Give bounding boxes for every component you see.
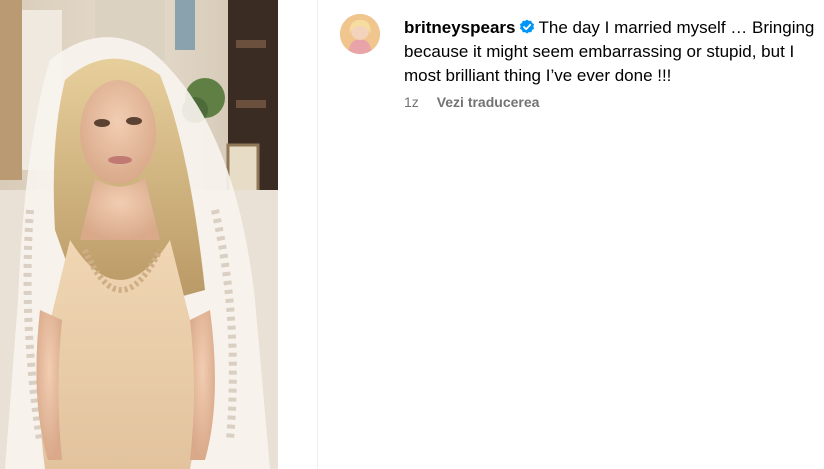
post-meta: 1z Vezi traducerea xyxy=(404,94,539,110)
avatar[interactable] xyxy=(340,14,380,54)
avatar-photo xyxy=(340,14,380,54)
author-username[interactable]: britneyspears xyxy=(404,18,516,37)
post-timestamp[interactable]: 1z xyxy=(404,94,419,110)
caption-text-line-3: most brilliant thing I’ve ever done !!! xyxy=(404,66,672,85)
post-photo[interactable] xyxy=(0,0,278,469)
caption-text-line-1: The day I married myself … Bringing xyxy=(538,18,815,37)
pane-divider xyxy=(317,0,318,469)
caption-line-1: britneyspears The day I married myself … … xyxy=(404,16,824,40)
caption-area: britneyspears The day I married myself … … xyxy=(338,12,824,132)
post-caption: britneyspears The day I married myself … … xyxy=(404,16,824,88)
caption-text-line-2: because it might seem embarrassing or st… xyxy=(404,42,795,61)
photo-image xyxy=(0,0,278,469)
verified-badge-icon xyxy=(519,18,535,34)
see-translation-button[interactable]: Vezi traducerea xyxy=(437,94,540,110)
instagram-post-view: britneyspears The day I married myself … … xyxy=(0,0,824,469)
